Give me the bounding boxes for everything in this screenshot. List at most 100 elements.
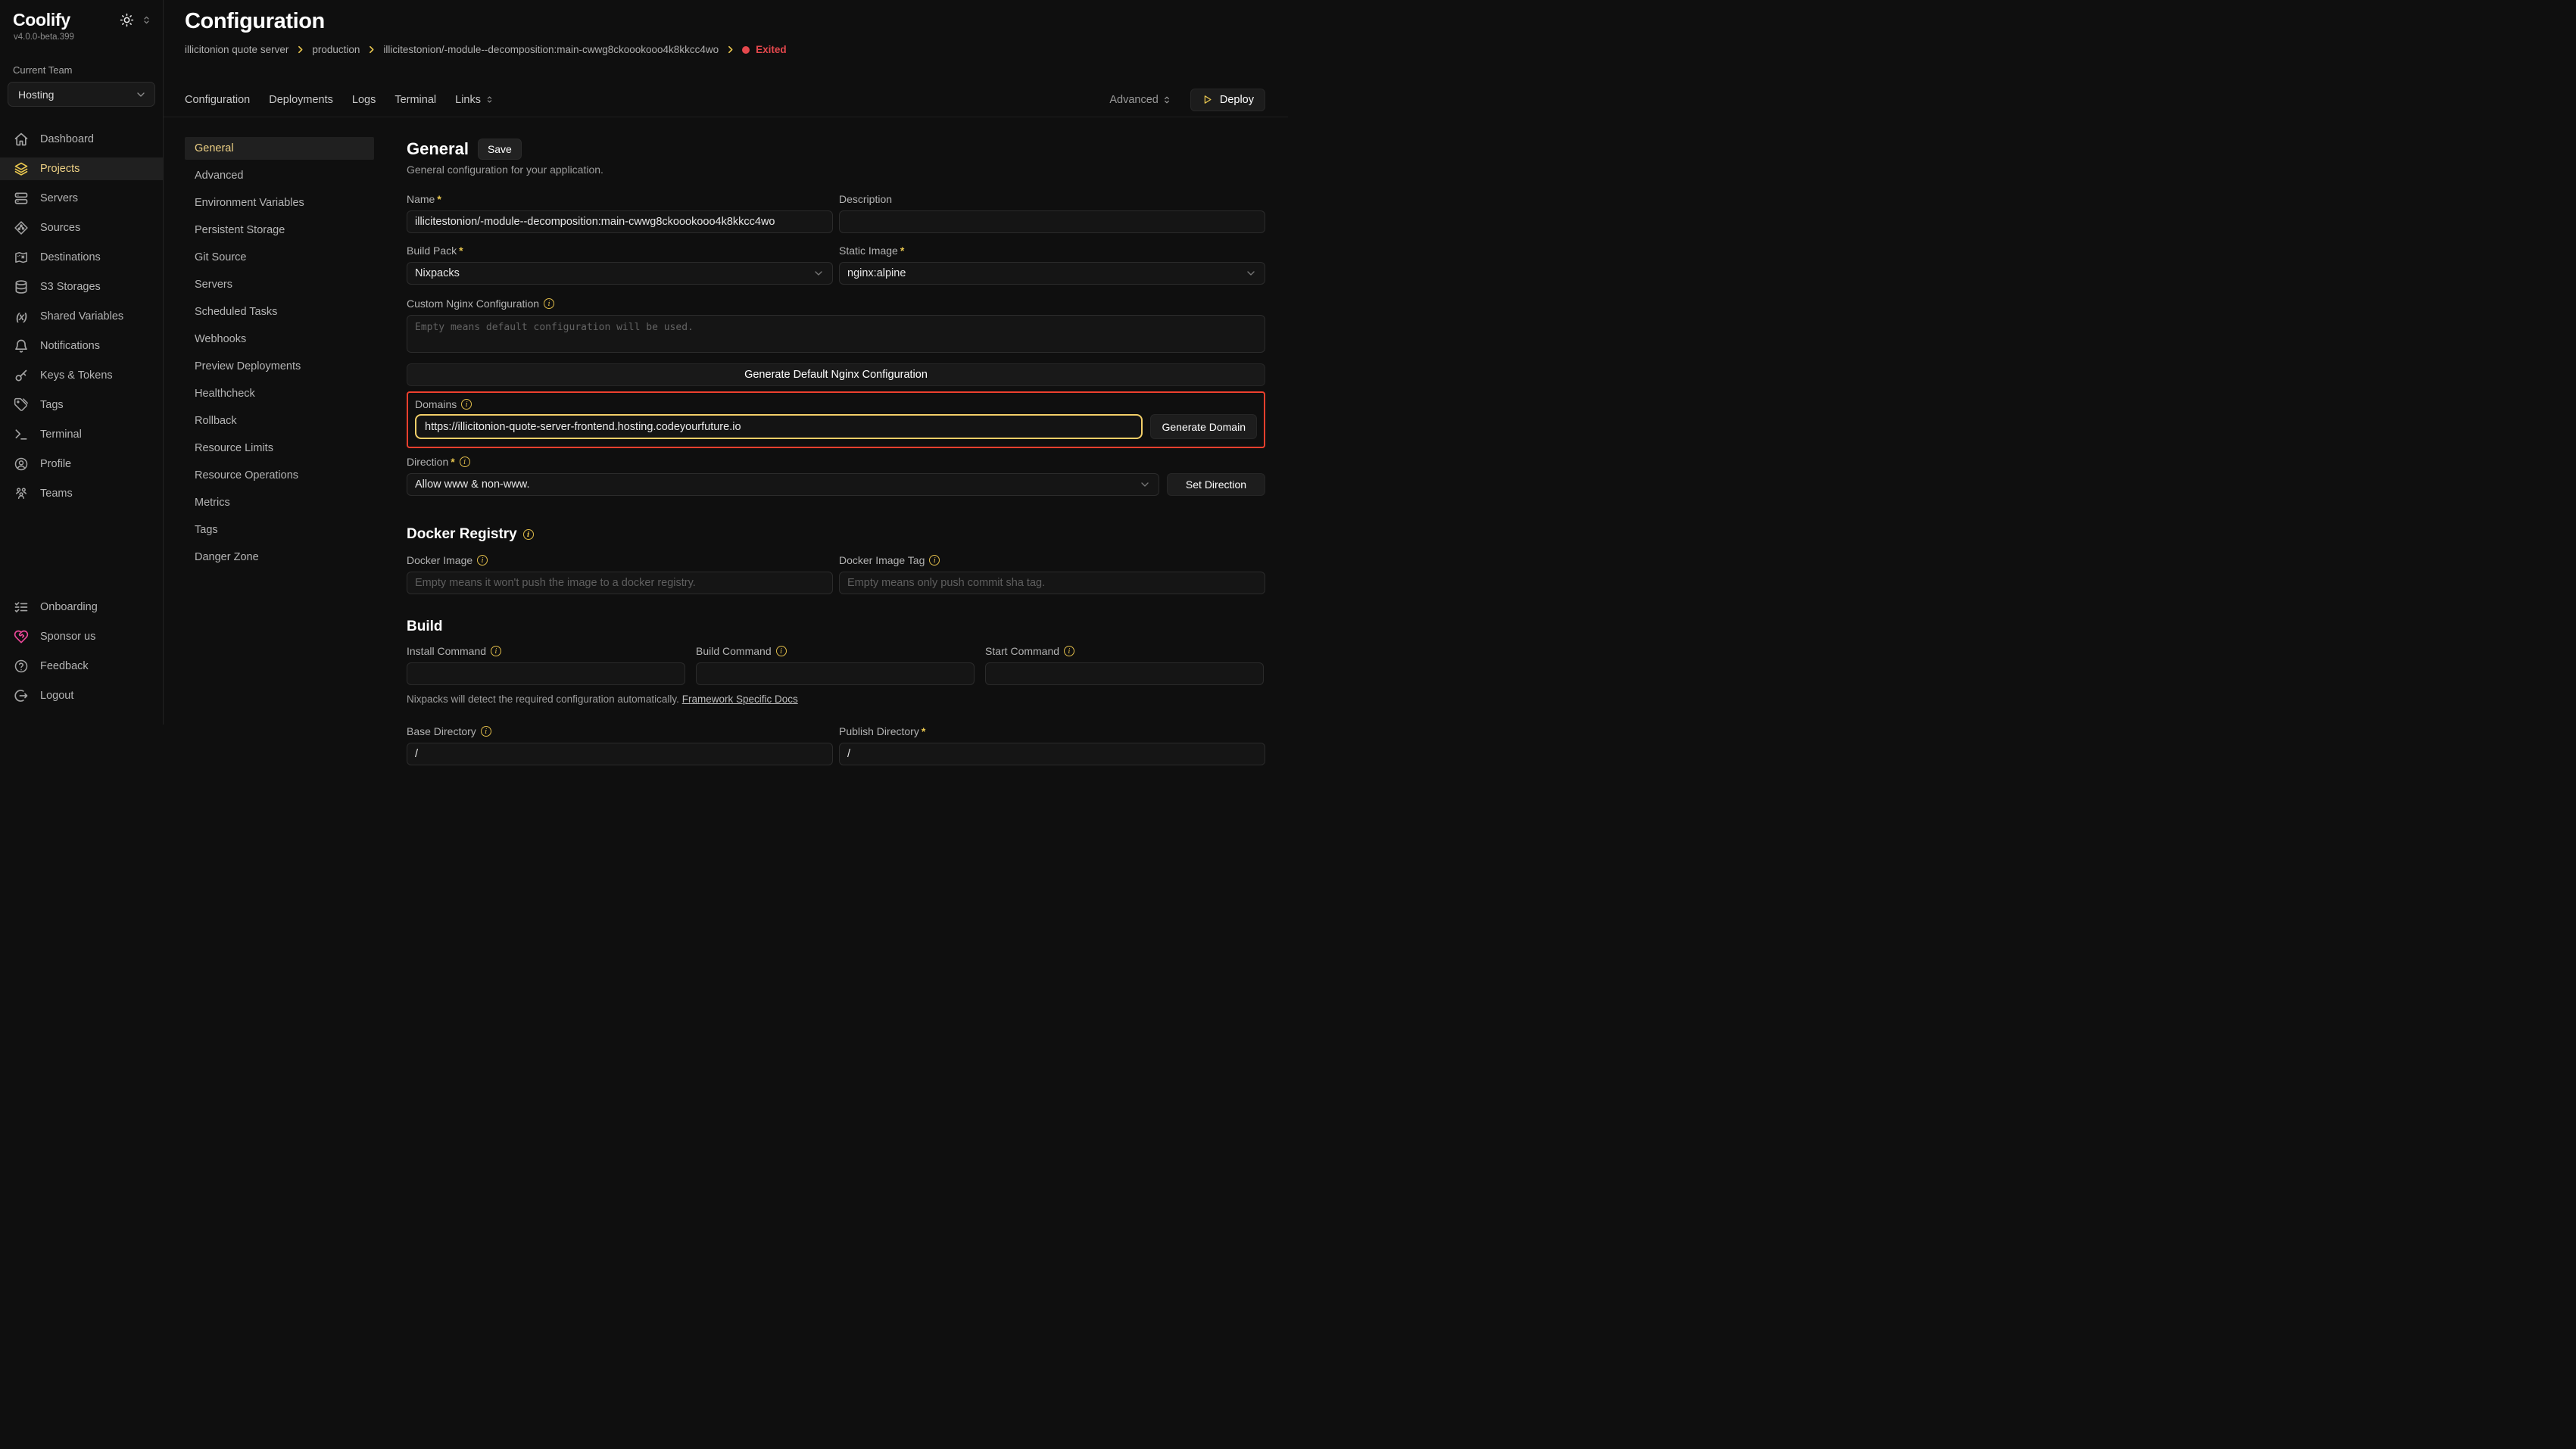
subnav-healthcheck[interactable]: Healthcheck (185, 382, 374, 405)
advanced-toggle[interactable]: Advanced (1109, 94, 1172, 106)
generate-domain-button[interactable]: Generate Domain (1150, 414, 1257, 439)
subnav-git-source[interactable]: Git Source (185, 246, 374, 269)
sidebar-item-tags[interactable]: Tags (0, 394, 163, 416)
docker-image-label: Docker Image (407, 554, 472, 566)
generate-nginx-button[interactable]: Generate Default Nginx Configuration (407, 363, 1265, 386)
chevron-right-icon (725, 45, 735, 55)
checklist-icon (14, 600, 29, 615)
sidebar-item-sources[interactable]: Sources (0, 217, 163, 239)
tab-deployments[interactable]: Deployments (269, 94, 333, 106)
build-command-input[interactable] (696, 662, 975, 685)
info-icon (491, 646, 501, 656)
sidebar-item-dashboard[interactable]: Dashboard (0, 128, 163, 151)
bell-icon (14, 338, 29, 354)
sidebar-item-shared-variables[interactable]: Shared Variables (0, 305, 163, 328)
domains-highlight-box: Domains Generate Domain (407, 391, 1265, 448)
layers-icon (14, 161, 29, 176)
status-text: Exited (756, 44, 787, 55)
subnav-persistent-storage[interactable]: Persistent Storage (185, 219, 374, 242)
theme-sun-icon[interactable] (120, 13, 134, 27)
chevron-right-icon (295, 45, 305, 55)
docker-image-tag-input[interactable] (839, 572, 1265, 594)
server-icon (14, 191, 29, 206)
sidebar-item-feedback[interactable]: Feedback (0, 655, 163, 678)
subnav-environment-variables[interactable]: Environment Variables (185, 192, 374, 214)
framework-docs-link[interactable]: Framework Specific Docs (682, 693, 798, 705)
status-badge: Exited (742, 44, 787, 55)
start-command-input[interactable] (985, 662, 1264, 685)
publish-directory-input[interactable] (839, 743, 1265, 765)
sidebar-item-terminal[interactable]: Terminal (0, 423, 163, 446)
status-dot-icon (742, 46, 750, 54)
install-command-label: Install Command (407, 645, 486, 657)
theme-chevrons-icon[interactable] (141, 14, 152, 26)
sidebar-item-notifications[interactable]: Notifications (0, 335, 163, 357)
subnav-danger-zone[interactable]: Danger Zone (185, 546, 374, 569)
breadcrumb-application[interactable]: illicitestonion/-module--decomposition:m… (383, 44, 719, 55)
subnav-servers[interactable]: Servers (185, 273, 374, 296)
logout-icon (14, 688, 29, 703)
sidebar-item-logout[interactable]: Logout (0, 684, 163, 707)
general-form: General Save General configuration for y… (407, 139, 1265, 765)
save-button[interactable]: Save (478, 139, 522, 160)
sidebar-item-onboarding[interactable]: Onboarding (0, 596, 163, 619)
git-source-icon (14, 220, 29, 235)
breadcrumb: illicitonion quote server production ill… (185, 44, 1265, 55)
breadcrumb-environment[interactable]: production (312, 44, 360, 55)
tab-links[interactable]: Links (455, 94, 494, 106)
sidebar-item-projects[interactable]: Projects (0, 157, 163, 180)
name-input[interactable] (407, 210, 833, 233)
publish-directory-label: Publish Directory (839, 725, 925, 737)
subnav-metrics[interactable]: Metrics (185, 491, 374, 514)
chevron-down-icon (1245, 267, 1257, 279)
map-icon (14, 250, 29, 265)
subnav-resource-limits[interactable]: Resource Limits (185, 437, 374, 460)
team-select[interactable]: Hosting (8, 82, 155, 107)
direction-select[interactable]: Allow www & non-www. (407, 473, 1159, 496)
sidebar-item-s3-storages[interactable]: S3 Storages (0, 276, 163, 298)
tab-configuration[interactable]: Configuration (185, 94, 250, 106)
sidebar-item-profile[interactable]: Profile (0, 453, 163, 475)
subnav-scheduled-tasks[interactable]: Scheduled Tasks (185, 301, 374, 323)
sidebar-item-servers[interactable]: Servers (0, 187, 163, 210)
section-subtitle: General configuration for your applicati… (407, 164, 1265, 176)
deploy-button[interactable]: Deploy (1190, 89, 1265, 111)
subnav-webhooks[interactable]: Webhooks (185, 328, 374, 351)
build-pack-select[interactable]: Nixpacks (407, 262, 833, 285)
info-icon (460, 457, 470, 467)
sidebar-item-keys-tokens[interactable]: Keys & Tokens (0, 364, 163, 387)
static-image-label: Static Image (839, 245, 904, 257)
static-image-select[interactable]: nginx:alpine (839, 262, 1265, 285)
section-heading-general: General (407, 139, 469, 159)
set-direction-button[interactable]: Set Direction (1167, 473, 1265, 496)
config-subnav: General Advanced Environment Variables P… (185, 137, 374, 573)
tag-icon (14, 397, 29, 413)
nginx-config-label: Custom Nginx Configuration (407, 298, 539, 310)
chevron-down-icon (812, 267, 825, 279)
tab-logs[interactable]: Logs (352, 94, 376, 106)
subnav-rollback[interactable]: Rollback (185, 410, 374, 432)
tabbar: Configuration Deployments Logs Terminal … (164, 83, 1288, 117)
install-command-input[interactable] (407, 662, 685, 685)
sidebar-item-sponsor[interactable]: Sponsor us (0, 625, 163, 648)
subnav-resource-operations[interactable]: Resource Operations (185, 464, 374, 487)
breadcrumb-project[interactable]: illicitonion quote server (185, 44, 288, 55)
subnav-preview-deployments[interactable]: Preview Deployments (185, 355, 374, 378)
description-input[interactable] (839, 210, 1265, 233)
sidebar-item-teams[interactable]: Teams (0, 482, 163, 505)
tab-terminal[interactable]: Terminal (395, 94, 436, 106)
nginx-config-textarea[interactable] (407, 315, 1265, 353)
subnav-tags[interactable]: Tags (185, 519, 374, 541)
base-directory-input[interactable] (407, 743, 833, 765)
subnav-general[interactable]: General (185, 137, 374, 160)
current-team-label: Current Team (0, 42, 163, 76)
build-command-label: Build Command (696, 645, 772, 657)
start-command-label: Start Command (985, 645, 1059, 657)
direction-label: Direction (407, 456, 455, 468)
subnav-advanced[interactable]: Advanced (185, 164, 374, 187)
chevrons-up-down-icon (1162, 95, 1172, 105)
sidebar-item-destinations[interactable]: Destinations (0, 246, 163, 269)
docker-image-input[interactable] (407, 572, 833, 594)
info-icon (481, 726, 491, 737)
domains-input[interactable] (415, 414, 1143, 439)
